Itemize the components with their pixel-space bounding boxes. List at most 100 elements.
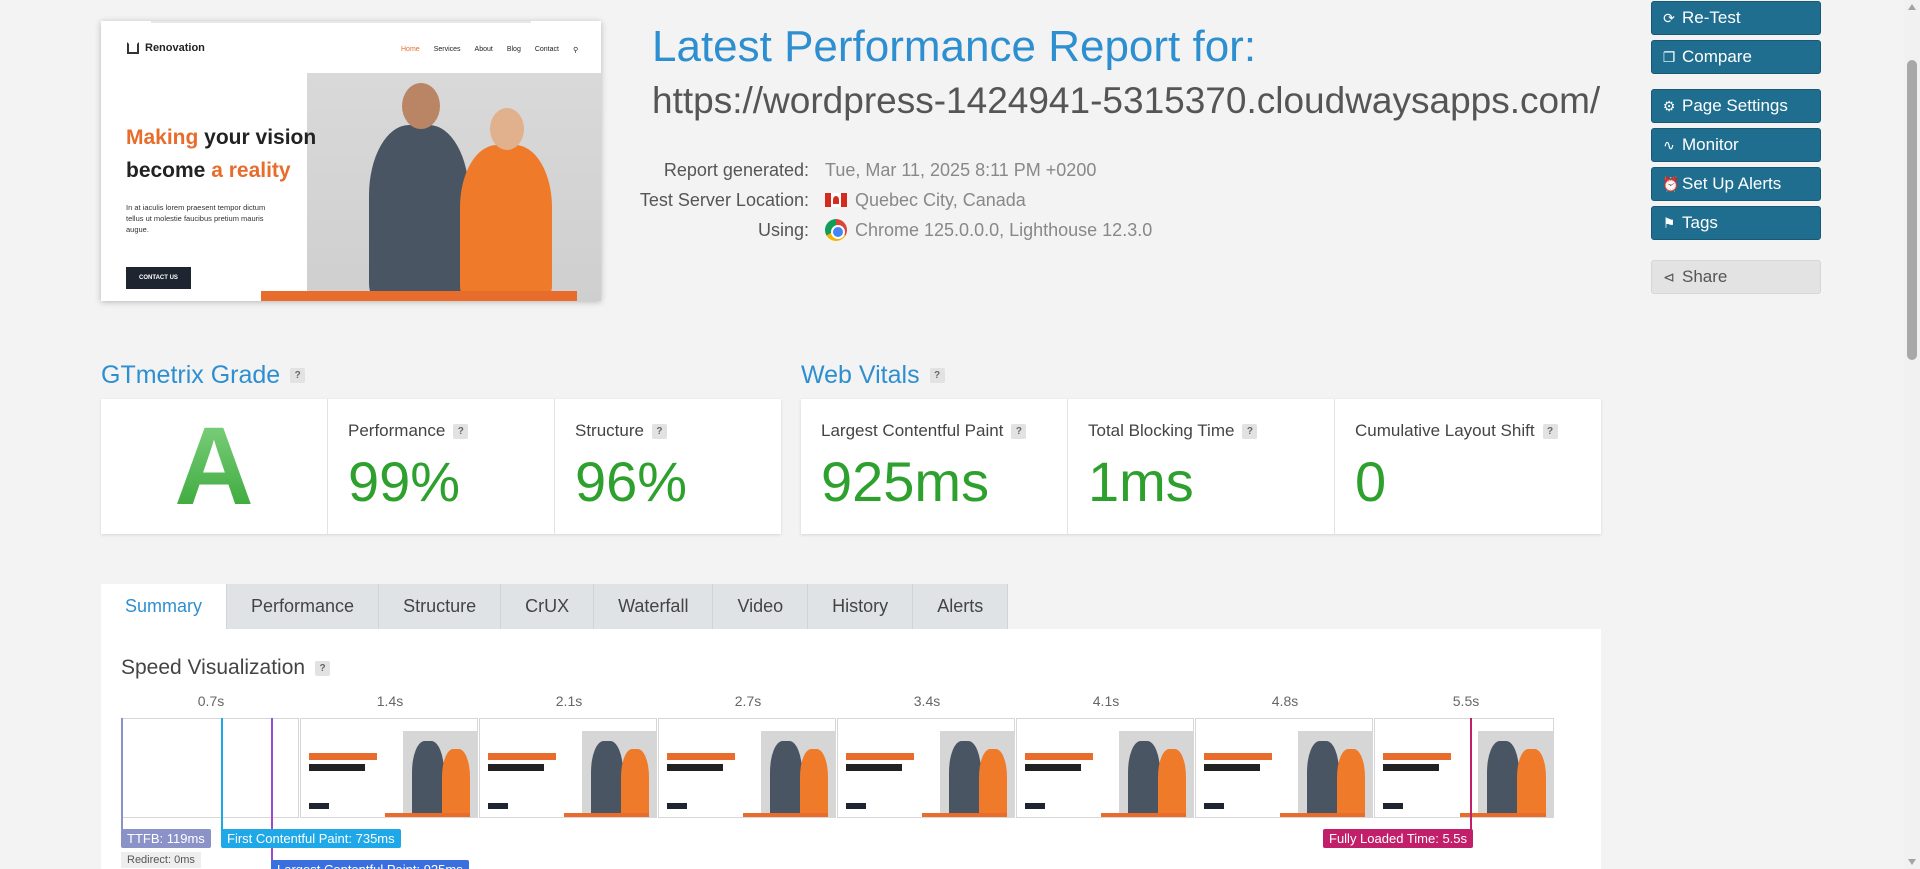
filmstrip-frame[interactable]: [1195, 718, 1373, 818]
page-screenshot-thumbnail[interactable]: Renovation Home Services About Blog Cont…: [101, 21, 601, 301]
canada-flag-icon: [825, 193, 847, 207]
browser-info-value: Chrome 125.0.0.0, Lighthouse 12.3.0: [855, 220, 1153, 240]
tab-waterfall[interactable]: Waterfall: [594, 584, 714, 629]
filmstrip-tick: 0.7s: [197, 693, 225, 709]
headline-part: become: [126, 159, 212, 182]
tbt-label: Total Blocking Time: [1088, 421, 1235, 440]
scrollbar-thumb[interactable]: [1907, 60, 1917, 360]
compare-label: Compare: [1682, 47, 1752, 66]
tab-video[interactable]: Video: [713, 584, 809, 629]
tab-summary[interactable]: Summary: [101, 584, 228, 629]
report-tabs: Summary Performance Structure CrUX Water…: [101, 584, 1009, 629]
filmstrip-tick: 2.1s: [555, 693, 583, 709]
thumbnail-nav-item: Blog: [506, 46, 521, 53]
tab-structure[interactable]: Structure: [379, 584, 502, 629]
web-vitals-heading: Web Vitals ?: [801, 361, 945, 390]
thumbnail-body-text: In at iaculis lorem praesent tempor dict…: [126, 203, 266, 234]
performance-score: Performance? 99%: [328, 399, 555, 534]
performance-value: 99%: [348, 450, 461, 513]
filmstrip-frame[interactable]: [300, 718, 478, 818]
share-icon: ⊲: [1663, 268, 1675, 285]
thumbnail-logo: Renovation: [127, 42, 205, 54]
compare-button[interactable]: ❐ Compare: [1651, 40, 1821, 74]
help-icon[interactable]: ?: [453, 423, 469, 439]
test-location-value: Quebec City, Canada: [855, 190, 1026, 210]
filmstrip-frame[interactable]: [837, 718, 1015, 818]
share-label: Share: [1682, 267, 1728, 286]
tab-performance[interactable]: Performance: [227, 584, 380, 629]
thumbnail-top-line: [151, 21, 531, 23]
share-button[interactable]: ⊲ Share: [1651, 260, 1821, 294]
page-settings-button[interactable]: ⚙ Page Settings: [1651, 89, 1821, 123]
help-icon[interactable]: ?: [1242, 423, 1258, 439]
thumbnail-headline: Making your vision become a reality: [126, 121, 356, 187]
retest-label: Re-Test: [1682, 8, 1741, 27]
scroll-down-icon[interactable]: [1908, 859, 1916, 865]
cls-metric: Cumulative Layout Shift? 0: [1335, 399, 1601, 534]
ttfb-line: [121, 718, 123, 842]
help-icon[interactable]: ?: [929, 368, 945, 383]
filmstrip-frame[interactable]: [1374, 718, 1554, 818]
filmstrip-tick: 4.1s: [1092, 693, 1120, 709]
thumbnail-orange-bar: [261, 291, 577, 301]
headline-part: your vision: [198, 126, 317, 149]
grade-letter: A: [101, 399, 328, 534]
web-vitals-card: Largest Contentful Paint? 925ms Total Bl…: [801, 399, 1601, 534]
alarm-clock-icon: ⏰: [1662, 175, 1680, 192]
help-icon[interactable]: ?: [290, 368, 306, 383]
summary-panel: Speed Visualization ? 0.7s 1.4s 2.1s 2.7…: [101, 629, 1601, 869]
thumbnail-nav-item: About: [474, 46, 493, 53]
lcp-value: 925ms: [821, 450, 990, 513]
thumbnail-nav-item: Contact: [534, 46, 559, 53]
page-settings-label: Page Settings: [1682, 96, 1788, 115]
tab-alerts[interactable]: Alerts: [913, 584, 1009, 629]
tags-button[interactable]: ⚑ Tags: [1651, 206, 1821, 240]
help-icon[interactable]: ?: [1011, 423, 1027, 439]
tab-history[interactable]: History: [808, 584, 914, 629]
headline-part: a reality: [211, 159, 291, 182]
help-icon[interactable]: ?: [315, 660, 331, 676]
scroll-up-icon[interactable]: [1908, 4, 1916, 10]
filmstrip-frame[interactable]: [658, 718, 836, 818]
help-icon[interactable]: ?: [1542, 423, 1558, 439]
thumbnail-nav: Home Services About Blog Contact ⚲: [401, 46, 578, 54]
web-vitals-title: Web Vitals: [801, 361, 920, 389]
chrome-icon: [825, 219, 847, 241]
lcp-label: Largest Contentful Paint: [821, 421, 1004, 440]
filmstrip-tick: 4.8s: [1271, 693, 1299, 709]
test-location: Quebec City, Canada: [825, 185, 1026, 215]
filmstrip-tick: 2.7s: [734, 693, 762, 709]
report-title: Latest Performance Report for:: [652, 22, 1257, 71]
page-scrollbar[interactable]: [1904, 0, 1920, 869]
filmstrip-tick: 5.5s: [1452, 693, 1480, 709]
retest-button[interactable]: ⟳ Re-Test: [1651, 1, 1821, 35]
fcp-marker: First Contentful Paint: 735ms: [221, 829, 401, 848]
tag-icon: ⚑: [1662, 214, 1676, 231]
filmstrip-frame[interactable]: [479, 718, 657, 818]
monitor-button[interactable]: ∿ Monitor: [1651, 128, 1821, 162]
filmstrip-time-axis: 0.7s 1.4s 2.1s 2.7s 3.4s 4.1s 4.8s 5.5s: [101, 693, 1601, 713]
worker-head: [402, 83, 440, 129]
ttfb-marker: TTFB: 119ms: [121, 829, 211, 848]
help-icon[interactable]: ?: [651, 423, 667, 439]
thumbnail-hero-photo: [307, 73, 601, 301]
gtmetrix-grade-title: GTmetrix Grade: [101, 361, 281, 389]
fully-loaded-line: [1470, 718, 1472, 842]
refresh-icon: ⟳: [1663, 9, 1675, 26]
set-up-alerts-label: Set Up Alerts: [1682, 174, 1782, 193]
copy-icon: ❐: [1662, 48, 1676, 65]
tbt-value: 1ms: [1088, 450, 1194, 513]
gear-icon: ⚙: [1662, 97, 1676, 114]
filmstrip-frame[interactable]: [1016, 718, 1194, 818]
tab-crux[interactable]: CrUX: [501, 584, 595, 629]
fcp-line: [221, 718, 223, 842]
structure-label: Structure: [575, 421, 644, 440]
fully-loaded-marker: Fully Loaded Time: 5.5s: [1323, 829, 1474, 848]
report-url[interactable]: https://wordpress-1424941-5315370.cloudw…: [652, 80, 1600, 122]
page: Renovation Home Services About Blog Cont…: [0, 0, 1904, 869]
structure-score: Structure? 96%: [555, 399, 781, 534]
speed-visualization-heading: Speed Visualization ?: [121, 656, 331, 680]
report-generated-value: Tue, Mar 11, 2025 8:11 PM +0200: [825, 160, 1097, 180]
monitor-label: Monitor: [1682, 135, 1739, 154]
set-up-alerts-button[interactable]: ⏰ Set Up Alerts: [1651, 167, 1821, 201]
